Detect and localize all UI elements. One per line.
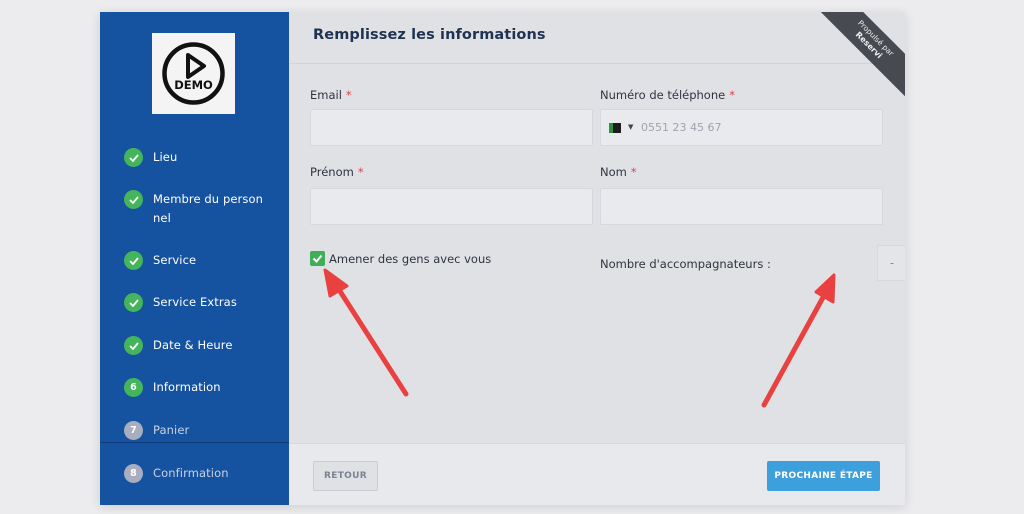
step-label: Date & Heure <box>153 338 233 352</box>
step-personnel[interactable]: Membre du personnel <box>124 190 265 228</box>
bring-people-checkbox[interactable] <box>310 251 325 266</box>
required-mark: * <box>357 165 364 179</box>
lastname-label-text: Nom <box>600 165 627 179</box>
firstname-field[interactable] <box>310 188 593 225</box>
step-label: Service Extras <box>153 295 237 309</box>
lastname-field[interactable] <box>600 188 883 225</box>
booking-card: DEMO Lieu Membre du personnel Service Se… <box>100 12 905 505</box>
form-header: Remplissez les informations <box>289 12 905 64</box>
phone-field-wrapper: ▼ <box>600 109 883 146</box>
check-icon <box>312 254 323 263</box>
logo-text: DEMO <box>174 78 213 92</box>
next-step-button[interactable]: PROCHAINE ÉTAPE <box>767 461 880 491</box>
step-number-badge: 7 <box>124 421 143 440</box>
required-mark: * <box>630 165 637 179</box>
required-mark: * <box>729 88 735 102</box>
check-icon <box>124 251 143 270</box>
step-label: Panier <box>153 423 190 437</box>
firstname-label-text: Prénom <box>310 165 354 179</box>
phone-label: Numéro de téléphone * <box>600 88 735 102</box>
email-field[interactable] <box>310 109 593 146</box>
check-icon <box>124 148 143 167</box>
step-label: Lieu <box>153 150 178 164</box>
step-service[interactable]: Service <box>124 251 273 270</box>
step-label: Confirmation <box>153 466 229 480</box>
step-confirmation[interactable]: 8 Confirmation <box>124 464 273 483</box>
phone-input[interactable] <box>641 110 881 145</box>
steps-sidebar: DEMO Lieu Membre du personnel Service Se… <box>100 12 289 505</box>
email-label-text: Email <box>310 88 342 102</box>
check-icon <box>124 293 143 312</box>
lastname-label: Nom * <box>600 165 637 179</box>
companions-label: Nombre d'accompagnateurs : <box>600 257 771 271</box>
step-service-extras[interactable]: Service Extras <box>124 293 273 312</box>
page-title: Remplissez les informations <box>313 27 546 43</box>
required-mark: * <box>345 88 352 102</box>
step-information[interactable]: 6 Information <box>124 378 273 397</box>
firstname-label: Prénom * <box>310 165 364 179</box>
demo-logo: DEMO <box>152 33 235 114</box>
email-label: Email * <box>310 88 352 102</box>
check-icon <box>124 336 143 355</box>
form-footer: RETOUR PROCHAINE ÉTAPE <box>289 443 905 505</box>
step-lieu[interactable]: Lieu <box>124 148 273 167</box>
step-panier[interactable]: 7 Panier <box>124 421 273 440</box>
step-label: Information <box>153 380 221 394</box>
step-label: Membre du personnel <box>153 192 263 225</box>
phone-label-text: Numéro de téléphone <box>600 88 726 102</box>
chevron-down-icon[interactable]: ▼ <box>628 123 633 131</box>
play-icon: DEMO <box>162 42 225 105</box>
step-label: Service <box>153 253 197 267</box>
decrement-button[interactable]: - <box>878 246 905 280</box>
step-number-badge: 6 <box>124 378 143 397</box>
step-number-badge: 8 <box>124 464 143 483</box>
sidebar-divider <box>100 442 289 443</box>
bring-people-label[interactable]: Amener des gens avec vous <box>329 252 491 266</box>
companions-stepper: - + <box>877 245 905 281</box>
back-button[interactable]: RETOUR <box>313 461 378 491</box>
check-icon <box>124 190 143 209</box>
step-date-heure[interactable]: Date & Heure <box>124 336 273 355</box>
form-panel: Remplissez les informations Propulsé par… <box>289 12 905 505</box>
country-flag-icon[interactable] <box>609 123 621 133</box>
